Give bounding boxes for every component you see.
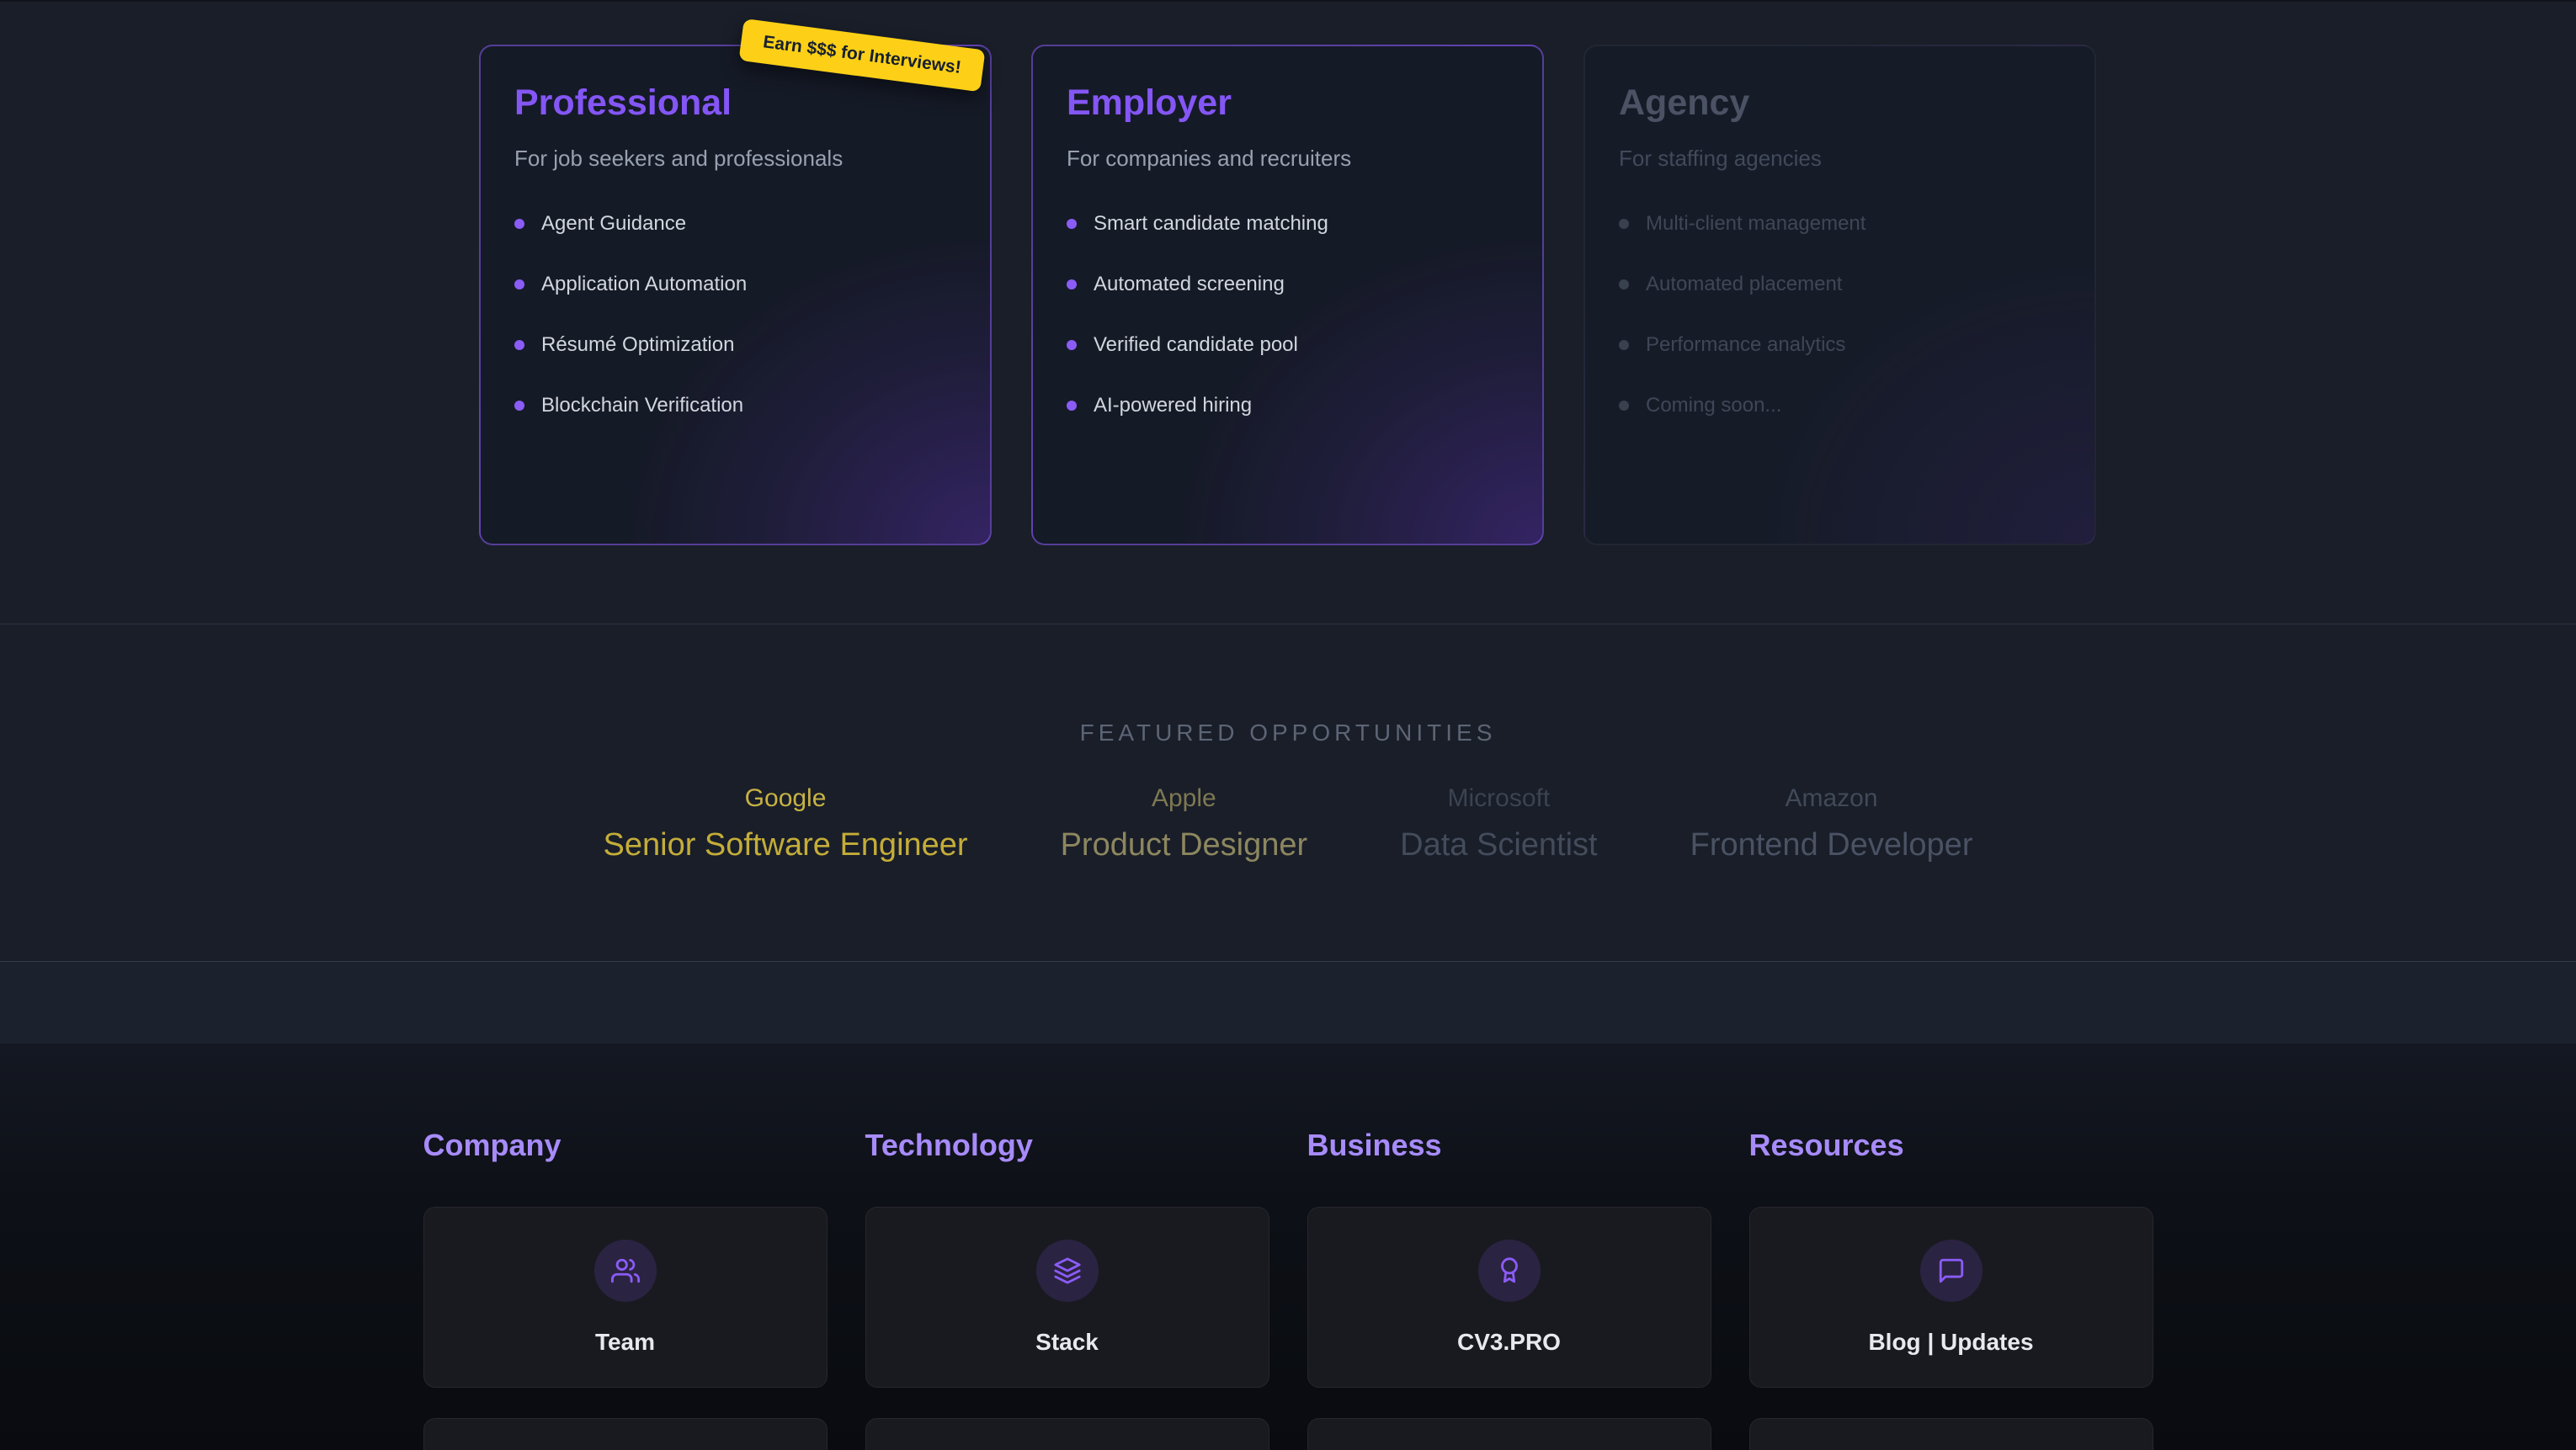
plan-feature: Application Automation [514,272,956,297]
plan-feature: Agent Guidance [514,211,956,236]
footer-column-header-technology: Technology [865,1128,1269,1163]
footer-card-label: Stack [1035,1329,1099,1356]
feature-label: Smart candidate matching [1094,211,1328,236]
message-icon [1920,1240,1983,1302]
bullet-dot-icon [514,401,524,411]
plan-feature: Multi-client management [1619,211,2061,236]
footer-card-label: CV3.PRO [1457,1329,1561,1356]
footer-column-header-business: Business [1307,1128,1711,1163]
feature-label: Multi-client management [1646,211,1865,236]
landing-page: Earn $$$ for Interviews! Professional Fo… [0,0,2576,1450]
footer-column-header-company: Company [423,1128,828,1163]
plan-card-agency: Agency For staffing agencies Multi-clien… [1583,45,2096,545]
job-title: Senior Software Engineer [604,826,968,863]
featured-opportunity[interactable]: Google Senior Software Engineer [604,784,968,863]
plan-feature: Performance analytics [1619,332,2061,358]
plan-card-professional[interactable]: Professional For job seekers and profess… [479,45,992,545]
company-name: Google [604,784,968,813]
featured-opportunities-section: FEATURED OPPORTUNITIES Google Senior Sof… [0,624,2576,962]
bullet-dot-icon [514,279,524,289]
bullet-dot-icon [1067,279,1077,289]
footer-card-blog-updates[interactable]: Blog | Updates [1749,1207,2153,1388]
feature-label: Verified candidate pool [1094,332,1298,358]
feature-label: Résumé Optimization [541,332,734,358]
footer-cards-grid: Team Stack CV3.PRO [423,1207,2153,1450]
plan-feature-list: Smart candidate matching Automated scree… [1067,211,1509,418]
footer-card-partial[interactable] [1749,1418,2153,1450]
featured-row: Google Senior Software Engineer Apple Pr… [0,784,2576,863]
bullet-dot-icon [1619,279,1629,289]
footer-card-team[interactable]: Team [423,1207,828,1388]
company-name: Amazon [1690,784,1973,813]
bullet-dot-icon [1067,340,1077,350]
feature-label: Coming soon... [1646,393,1781,418]
job-title: Frontend Developer [1690,826,1973,863]
footer-inner: Company Technology Business Resources Te… [423,1128,2153,1450]
footer-column-headers: Company Technology Business Resources [423,1128,2153,1163]
company-name: Microsoft [1400,784,1597,813]
footer-card-cv3pro[interactable]: CV3.PRO [1307,1207,1711,1388]
footer-column-header-resources: Resources [1749,1128,2153,1163]
bullet-dot-icon [1619,401,1629,411]
plan-feature: Blockchain Verification [514,393,956,418]
plan-feature-list: Agent Guidance Application Automation Ré… [514,211,956,418]
footer-card-label: Team [595,1329,655,1356]
plan-title: Employer [1067,82,1509,124]
feature-label: Blockchain Verification [541,393,743,418]
bullet-dot-icon [1619,219,1629,229]
featured-opportunity[interactable]: Amazon Frontend Developer [1690,784,1973,863]
bullet-dot-icon [1067,219,1077,229]
plan-card-employer[interactable]: Employer For companies and recruiters Sm… [1031,45,1544,545]
featured-opportunity[interactable]: Apple Product Designer [1061,784,1308,863]
footer-card-partial[interactable] [423,1418,828,1450]
plan-feature: AI-powered hiring [1067,393,1509,418]
plan-cards-row: Professional For job seekers and profess… [479,45,2096,545]
footer-card-stack[interactable]: Stack [865,1207,1269,1388]
plan-feature: Automated placement [1619,272,2061,297]
job-title: Product Designer [1061,826,1308,863]
users-icon [594,1240,657,1302]
feature-label: AI-powered hiring [1094,393,1252,418]
footer-card-partial[interactable] [865,1418,1269,1450]
layers-icon [1036,1240,1099,1302]
featured-opportunity[interactable]: Microsoft Data Scientist [1400,784,1597,863]
plan-subtitle: For staffing agencies [1619,146,2061,171]
feature-label: Automated screening [1094,272,1285,297]
plan-subtitle: For job seekers and professionals [514,146,956,171]
bullet-dot-icon [1067,401,1077,411]
bullet-dot-icon [514,340,524,350]
feature-label: Performance analytics [1646,332,1845,358]
plan-feature: Automated screening [1067,272,1509,297]
plan-title: Professional [514,82,956,124]
plan-feature: Verified candidate pool [1067,332,1509,358]
footer: Company Technology Business Resources Te… [0,1044,2576,1450]
feature-label: Automated placement [1646,272,1842,297]
company-name: Apple [1061,784,1308,813]
plan-title: Agency [1619,82,2061,124]
plan-feature: Smart candidate matching [1067,211,1509,236]
plan-subtitle: For companies and recruiters [1067,146,1509,171]
plan-feature: Résumé Optimization [514,332,956,358]
feature-label: Agent Guidance [541,211,686,236]
feature-label: Application Automation [541,272,747,297]
plans-section: Earn $$$ for Interviews! Professional Fo… [0,0,2576,624]
section-divider-strip [0,962,2576,1044]
bullet-dot-icon [1619,340,1629,350]
footer-card-partial[interactable] [1307,1418,1711,1450]
bullet-dot-icon [514,219,524,229]
plan-feature: Coming soon... [1619,393,2061,418]
footer-card-label: Blog | Updates [1868,1329,2033,1356]
job-title: Data Scientist [1400,826,1597,863]
featured-title: FEATURED OPPORTUNITIES [0,719,2576,747]
plan-feature-list: Multi-client management Automated placem… [1619,211,2061,418]
award-icon [1478,1240,1541,1302]
